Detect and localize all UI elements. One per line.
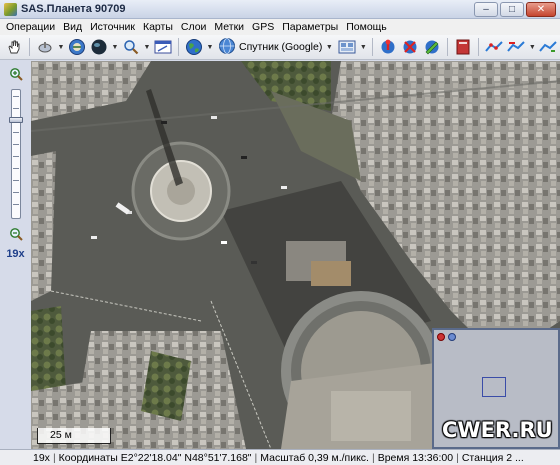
zoom-tick: [13, 192, 19, 193]
map-view[interactable]: 25 м CWER.RU: [31, 61, 560, 449]
zoom-out-button[interactable]: [9, 227, 23, 241]
zoom-tick: [13, 96, 19, 97]
zoom-tick: [13, 144, 19, 145]
chevron-down-icon[interactable]: ▼: [206, 37, 214, 57]
menu-help[interactable]: Помощь: [342, 21, 391, 33]
zoom-out-icon: [10, 228, 23, 241]
toolbar: ▼ ▼ ▼ ▼ Спутник (Google) ▼ ▼ ▼: [0, 35, 560, 60]
status-time: Время 13:36:00: [377, 451, 454, 464]
menu-bar: Операции Вид Источник Карты Слои Метки G…: [0, 19, 560, 35]
route-2-icon[interactable]: [506, 37, 526, 57]
window-controls: – □ ✕: [474, 2, 556, 17]
status-separator: |: [52, 451, 56, 464]
status-separator: |: [371, 451, 375, 464]
scale-bar: 25 м: [37, 428, 111, 444]
status-scale: Масштаб 0,39 м./пикс.: [260, 451, 369, 464]
status-bar: 19x | Координаты E2°22'18.04" N48°51'7.1…: [0, 449, 560, 465]
zoom-level-label: 19x: [6, 248, 25, 260]
zoom-tick: [13, 204, 19, 205]
route-3-icon[interactable]: [538, 37, 558, 57]
menu-markers[interactable]: Метки: [210, 21, 248, 33]
menu-maps[interactable]: Карты: [139, 21, 177, 33]
route-1-icon[interactable]: [484, 37, 504, 57]
earth-icon[interactable]: [184, 37, 204, 57]
chevron-down-icon[interactable]: ▼: [359, 37, 367, 57]
zoom-tick: [13, 108, 19, 109]
zoom-slider[interactable]: [9, 89, 23, 219]
menu-view[interactable]: Вид: [59, 21, 86, 33]
zoom-panel: 19x: [0, 61, 31, 449]
minimap-close-button[interactable]: [437, 333, 445, 341]
toolbar-separator: [178, 38, 179, 56]
menu-layers[interactable]: Слои: [177, 21, 211, 33]
window-select-icon[interactable]: [153, 37, 173, 57]
status-separator: |: [456, 451, 459, 464]
menu-source[interactable]: Источник: [86, 21, 139, 33]
menu-operations[interactable]: Операции: [2, 21, 59, 33]
zoom-tick: [13, 180, 19, 181]
minimap-zoom-button[interactable]: [448, 333, 456, 341]
satellite-globe-icon: [218, 37, 236, 58]
close-button[interactable]: ✕: [526, 2, 556, 17]
chevron-down-icon[interactable]: ▼: [111, 37, 119, 57]
zoom-tick: [13, 132, 19, 133]
satellite-dish-icon[interactable]: [35, 37, 55, 57]
toolbar-separator: [478, 38, 480, 56]
marker-edit-icon[interactable]: [422, 37, 442, 57]
magnifier-icon[interactable]: [121, 37, 141, 57]
zoom-in-icon: [10, 68, 23, 81]
minimap-viewport-frame[interactable]: [482, 377, 506, 397]
minimize-button[interactable]: –: [474, 2, 498, 17]
chevron-down-icon[interactable]: ▼: [528, 37, 536, 57]
maximize-button[interactable]: □: [500, 2, 524, 17]
menu-gps[interactable]: GPS: [248, 21, 278, 33]
book-icon[interactable]: [453, 37, 473, 57]
status-extra: Станция 2 ...: [461, 451, 524, 464]
zoom-slider-thumb[interactable]: [9, 117, 23, 123]
chevron-down-icon[interactable]: ▼: [57, 37, 65, 57]
toolbar-separator: [447, 38, 449, 56]
status-coordinates: Координаты E2°22'18.04" N48°51'7.168": [58, 451, 252, 464]
zoom-tick: [13, 168, 19, 169]
chevron-down-icon: ▼: [325, 43, 333, 51]
app-icon: [4, 2, 17, 16]
marker-add-icon[interactable]: [378, 37, 398, 57]
layers-grid-icon[interactable]: [337, 37, 357, 57]
dark-sphere-icon[interactable]: [89, 37, 109, 57]
marker-delete-icon[interactable]: [400, 37, 420, 57]
zoom-tick: [13, 156, 19, 157]
hand-pan-icon[interactable]: [4, 37, 24, 57]
map-type-label: Спутник (Google): [239, 41, 323, 53]
window-title: SAS.Планета 90709: [21, 3, 126, 15]
status-zoom: 19x: [33, 451, 50, 464]
watermark: CWER.RU: [442, 418, 553, 442]
title-bar: SAS.Планета 90709 – □ ✕: [0, 0, 560, 19]
scale-label: 25 м: [50, 429, 72, 441]
menu-settings[interactable]: Параметры: [278, 21, 342, 33]
toolbar-separator: [29, 38, 30, 56]
status-separator: |: [254, 451, 258, 464]
zoom-in-button[interactable]: [9, 67, 23, 81]
map-type-selector[interactable]: Спутник (Google) ▼: [216, 37, 335, 57]
globe-gps-icon[interactable]: [67, 37, 87, 57]
toolbar-separator: [372, 38, 374, 56]
chevron-down-icon[interactable]: ▼: [143, 37, 151, 57]
